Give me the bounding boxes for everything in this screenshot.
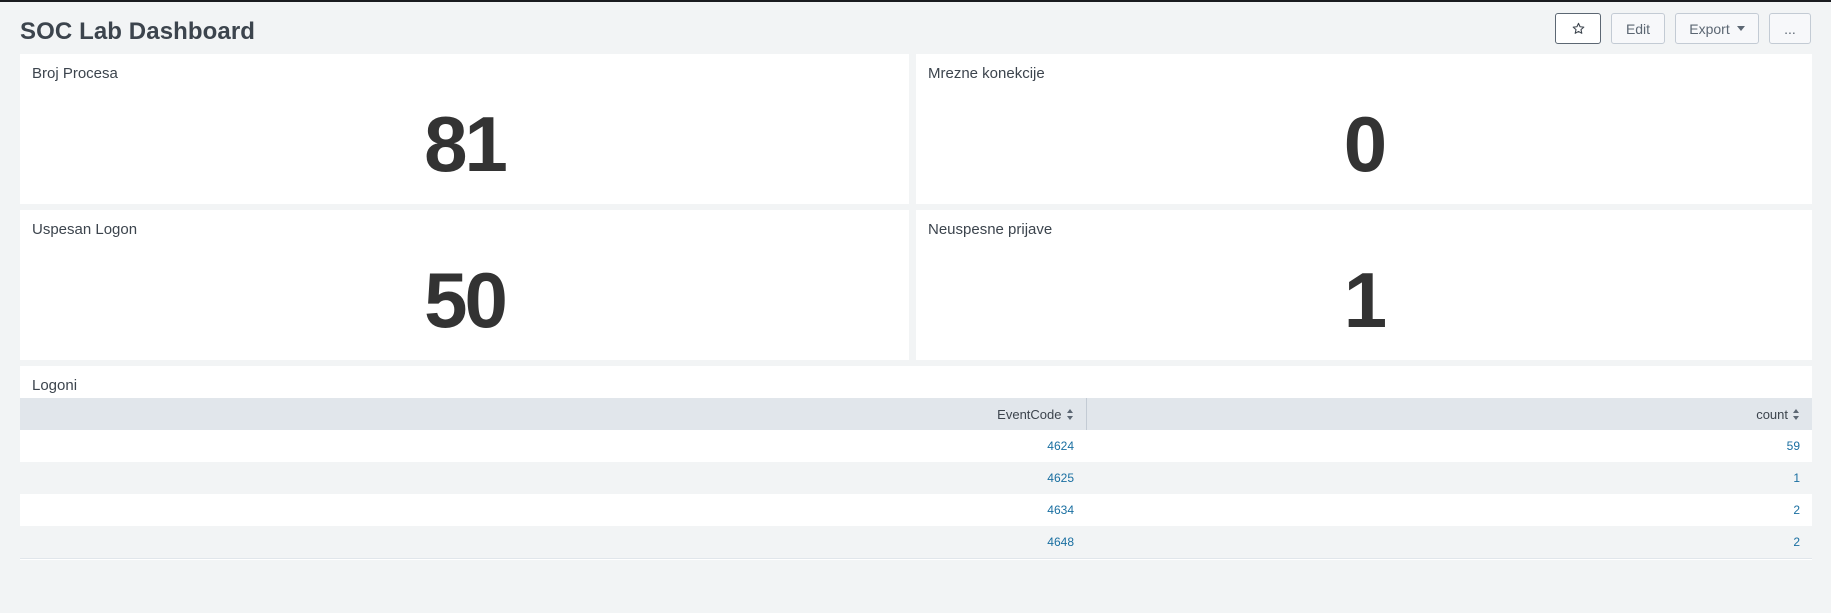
panel-title: Broj Procesa bbox=[32, 65, 118, 82]
table-row: 4634 2 bbox=[20, 494, 1812, 526]
caret-down-icon bbox=[1736, 26, 1745, 31]
cell-link[interactable]: 1 bbox=[1793, 471, 1800, 485]
table-row: 4624 59 bbox=[20, 430, 1812, 462]
sort-icon bbox=[1793, 408, 1800, 420]
cell-eventcode: 4625 bbox=[20, 462, 1086, 494]
column-label: EventCode bbox=[997, 406, 1062, 422]
cell-count: 59 bbox=[1086, 430, 1812, 462]
cell-link[interactable]: 2 bbox=[1793, 535, 1800, 549]
cell-link[interactable]: 4648 bbox=[1047, 535, 1074, 549]
favorite-button[interactable] bbox=[1555, 13, 1601, 44]
panel-broj-procesa: Broj Procesa 81 bbox=[20, 54, 909, 204]
cell-link[interactable]: 4625 bbox=[1047, 471, 1074, 485]
single-value[interactable]: 0 bbox=[916, 94, 1812, 194]
panel-title: Neuspesne prijave bbox=[928, 221, 1053, 238]
panel-uspesan-logon: Uspesan Logon 50 bbox=[20, 210, 909, 360]
column-label: count bbox=[1756, 406, 1788, 422]
panel-mrezne-konekcije: Mrezne konekcije 0 bbox=[916, 54, 1812, 204]
logons-table: EventCode count 4624 59 4625 1 4634 2 46… bbox=[20, 398, 1812, 559]
more-actions-button[interactable]: ... bbox=[1769, 13, 1811, 44]
cell-count: 2 bbox=[1086, 526, 1812, 559]
export-button[interactable]: Export bbox=[1675, 13, 1759, 44]
panel-title: Uspesan Logon bbox=[32, 221, 138, 238]
export-label: Export bbox=[1689, 20, 1730, 37]
edit-button[interactable]: Edit bbox=[1611, 13, 1665, 44]
cell-link[interactable]: 4624 bbox=[1047, 439, 1074, 453]
page-title: SOC Lab Dashboard bbox=[20, 18, 256, 45]
panel-logoni: Logoni EventCode count 4624 59 4625 1 46… bbox=[20, 366, 1812, 560]
cell-count: 1 bbox=[1086, 462, 1812, 494]
cell-link[interactable]: 2 bbox=[1793, 503, 1800, 517]
sort-icon bbox=[1066, 408, 1074, 420]
single-value[interactable]: 50 bbox=[20, 250, 909, 350]
dashboard-header: SOC Lab Dashboard Edit Export ... bbox=[20, 12, 1811, 52]
panel-neuspesne-prijave: Neuspesne prijave 1 bbox=[916, 210, 1812, 360]
table-row: 4648 2 bbox=[20, 526, 1812, 559]
panel-title: Logoni bbox=[32, 377, 78, 394]
cell-count: 2 bbox=[1086, 494, 1812, 526]
cell-eventcode: 4634 bbox=[20, 494, 1086, 526]
column-header-eventcode[interactable]: EventCode bbox=[20, 398, 1087, 430]
star-icon bbox=[1572, 22, 1584, 34]
single-value[interactable]: 81 bbox=[20, 94, 909, 194]
column-header-count[interactable]: count bbox=[1086, 398, 1812, 430]
table-row: 4625 1 bbox=[20, 462, 1812, 494]
cell-link[interactable]: 4634 bbox=[1047, 503, 1074, 517]
cell-eventcode: 4648 bbox=[20, 526, 1086, 559]
cell-link[interactable]: 59 bbox=[1787, 439, 1800, 453]
cell-eventcode: 4624 bbox=[20, 430, 1086, 462]
panel-title: Mrezne konekcije bbox=[928, 65, 1045, 82]
single-value[interactable]: 1 bbox=[916, 250, 1812, 350]
dashboard-actions: Edit Export ... bbox=[1555, 13, 1811, 44]
table-header-row: EventCode count bbox=[20, 398, 1812, 430]
